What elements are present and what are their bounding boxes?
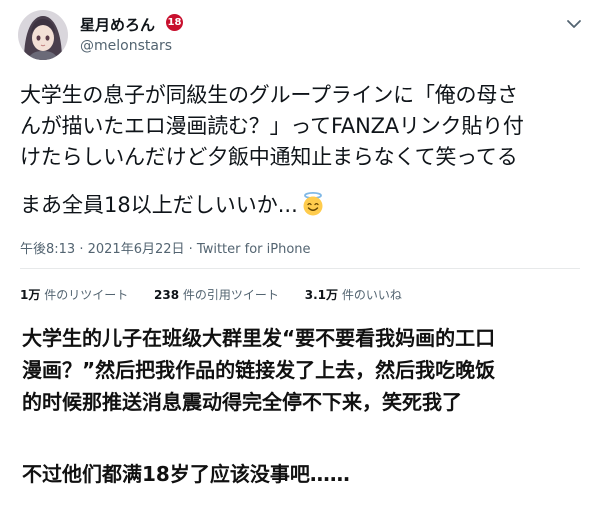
tweet-body-last-line: まあ全員18以上だしいいか... <box>20 190 326 221</box>
caption-line: 的时候那推送消息震动得完全停不下来，笑死我了 <box>22 390 462 414</box>
chevron-down-icon[interactable] <box>564 14 584 34</box>
tweet-card: 星月めろん 18 @melonstars 大学生の息子が同級生のグループラインに… <box>0 0 600 318</box>
likes-count: 3.1万 <box>304 288 339 302</box>
tweet-body-line: まあ全員18以上だしいいか... <box>20 193 298 217</box>
retweets-stat[interactable]: 1万 件のリツイート <box>20 288 128 302</box>
retweets-count: 1万 <box>20 288 41 302</box>
quote-tweets-stat[interactable]: 238 件の引用ツイート <box>154 288 279 302</box>
tweet-body-line: 大学生の息子が同級生のグループラインに「俺の母さ <box>20 83 518 107</box>
likes-stat[interactable]: 3.1万 件のいいね <box>305 288 402 302</box>
tweet-body: 大学生の息子が同級生のグループラインに「俺の母さ んが描いたエロ漫画読む？」って… <box>20 80 590 173</box>
tweet-time[interactable]: 午後8:13 <box>20 242 75 257</box>
tweet-date[interactable]: 2021年6月22日 <box>88 242 185 257</box>
author-handle[interactable]: @melonstars <box>80 38 172 54</box>
tweet-body-line: んが描いたエロ漫画読む？」ってFANZAリンク貼り付 <box>20 114 524 138</box>
meta-separator: · <box>184 242 197 257</box>
divider <box>20 268 580 269</box>
quote-tweets-label: 件の引用ツイート <box>182 288 279 302</box>
likes-label: 件のいいね <box>341 288 402 302</box>
retweets-label: 件のリツイート <box>44 288 129 302</box>
caption-line: 漫画？”然后把我作品的链接发了上去，然后我吃晚饭 <box>22 358 496 382</box>
translation-caption: 大学生的儿子在班级大群里发“要不要看我妈画的工口 漫画？”然后把我作品的链接发了… <box>22 322 592 418</box>
meta-separator: · <box>75 242 88 257</box>
tweet-source[interactable]: Twitter for iPhone <box>197 242 311 257</box>
caption-last-line: 不过他们都满18岁了应该没事吧…… <box>22 462 350 486</box>
avatar-illustration <box>18 10 68 60</box>
caption-line: 大学生的儿子在班级大群里发“要不要看我妈画的工口 <box>22 326 496 350</box>
quote-tweets-count: 238 <box>154 288 180 302</box>
author-avatar[interactable] <box>18 10 68 60</box>
tweet-timestamp: 午後8:13 · 2021年6月22日 · Twitter for iPhone <box>20 238 311 257</box>
tweet-body-line: けたらしいんだけど夕飯中通知止まらなくて笑ってる <box>20 145 518 169</box>
author-name[interactable]: 星月めろん <box>80 14 155 35</box>
smiling-face-with-halo-icon <box>300 191 326 217</box>
tweet-stats: 1万 件のリツイート 238 件の引用ツイート 3.1万 件のいいね <box>20 286 424 303</box>
age-restriction-badge: 18 <box>166 14 183 31</box>
